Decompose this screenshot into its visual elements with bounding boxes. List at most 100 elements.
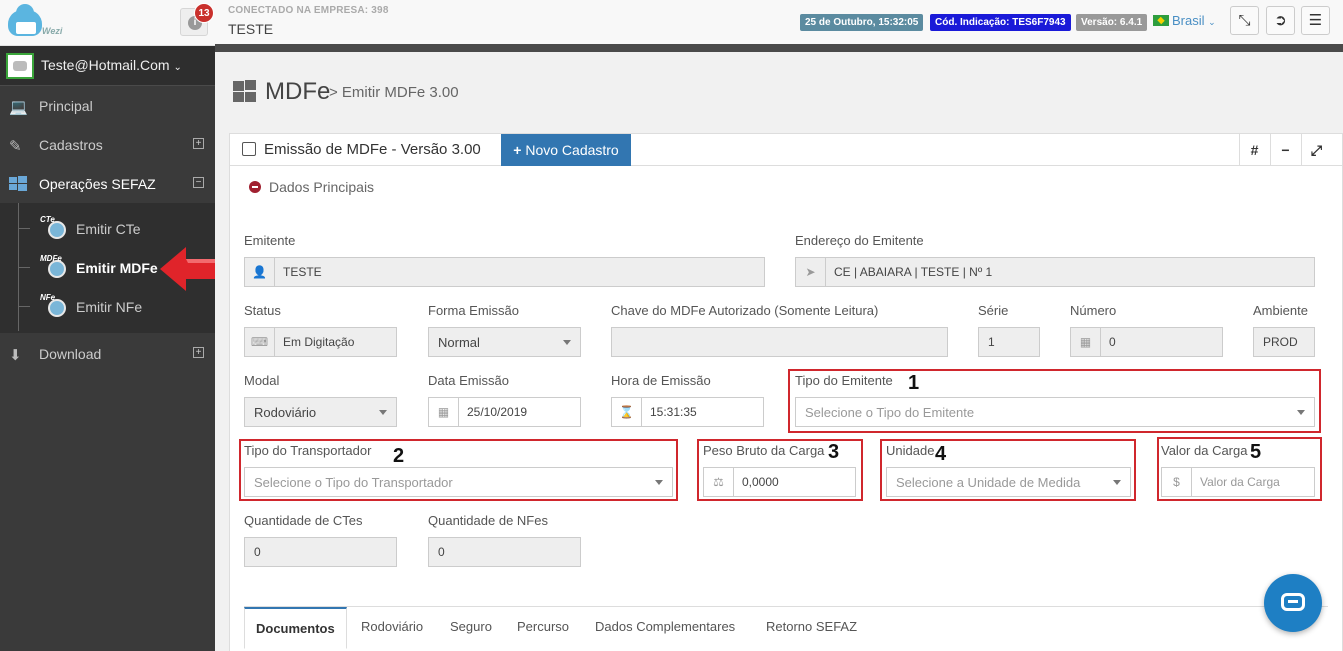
chevron-down-icon: ⌄ (1208, 17, 1216, 27)
sidebar-item-download[interactable]: ⬇ Download + (0, 335, 215, 373)
forma-emissao-select[interactable]: Normal (428, 327, 581, 357)
hora-emissao-field[interactable]: ⌛ 15:31:35 (611, 397, 764, 427)
calendar-icon: ▦ (429, 398, 459, 426)
windows-icon (233, 80, 257, 102)
notification-badge: 13 (194, 3, 214, 23)
status-label: Status (244, 303, 281, 318)
keyboard-icon: ⌨ (245, 328, 275, 356)
collapse-icon: − (193, 177, 204, 188)
tab-documentos[interactable]: Documentos (244, 607, 347, 649)
chat-button[interactable] (1264, 574, 1322, 632)
ambiente-label: Ambiente (1253, 303, 1308, 318)
serie-label: Série (978, 303, 1009, 318)
edit-icon (242, 142, 256, 156)
serie-field[interactable]: 1 (978, 327, 1040, 357)
sidebar-item-emitir-cte[interactable]: CTe Emitir CTe (0, 209, 215, 247)
marker-2: 2 (393, 445, 405, 467)
status-field[interactable]: ⌨ Em Digitação (244, 327, 397, 357)
expand-icon: + (193, 347, 204, 358)
data-emissao-field[interactable]: ▦ 25/10/2019 (428, 397, 581, 427)
highlight-box-1 (788, 369, 1321, 433)
qtd-ctes-field: 0 (244, 537, 397, 567)
caret-down-icon (379, 410, 387, 415)
building-icon: ▦ (1071, 328, 1101, 356)
brazil-flag-icon (1153, 15, 1169, 26)
tab-percurso[interactable]: Percurso (506, 607, 580, 649)
highlight-box-4 (880, 439, 1136, 501)
user-email: Teste@Hotmail.Com ⌄ (41, 57, 182, 73)
language-selector[interactable]: Brasil ⌄ (1153, 13, 1216, 28)
location-arrow-icon: ➤ (796, 258, 826, 286)
tab-dados-complementares[interactable]: Dados Complementares (584, 607, 746, 649)
chave-label: Chave do MDFe Autorizado (Somente Leitur… (611, 303, 879, 318)
highlight-box-5 (1157, 437, 1322, 501)
numero-label: Número (1070, 303, 1117, 318)
fullscreen-button[interactable]: ⤡ (1230, 6, 1259, 35)
data-emissao-label: Data Emissão (428, 373, 509, 388)
company-label: CONECTADO NA EMPRESA: 398 (228, 5, 389, 16)
tab-retorno-sefaz[interactable]: Retorno SEFAZ (755, 607, 868, 649)
expand-button[interactable]: ⤢ (1301, 134, 1331, 166)
chat-icon (1281, 593, 1305, 611)
tab-bar: Documentos Rodoviário Seguro Percurso Da… (244, 606, 1328, 651)
new-record-button[interactable]: + Novo Cadastro (501, 134, 631, 166)
panel-header: Emissão de MDFe - Versão 3.00 + Novo Cad… (230, 134, 1342, 166)
nfe-globe-icon: NFe (38, 293, 70, 319)
endereco-field[interactable]: ➤ CE | ABAIARA | TESTE | Nº 1 (795, 257, 1315, 287)
ambiente-field: PROD (1253, 327, 1315, 357)
marker-4: 4 (935, 443, 947, 465)
sidebar-item-emitir-nfe[interactable]: NFe Emitir NFe (0, 287, 215, 325)
qtd-nfes-label: Quantidade de NFes (428, 513, 548, 528)
edit-icon: ✎ (9, 138, 22, 155)
minimize-button[interactable]: − (1270, 134, 1300, 166)
qtd-nfes-field: 0 (428, 537, 581, 567)
endereco-label: Endereço do Emitente (795, 233, 924, 248)
top-bar: Wezi i 13 CONECTADO NA EMPRESA: 398 TEST… (0, 0, 1343, 52)
notifications-button[interactable]: i 13 (180, 3, 214, 36)
sidebar-item-operacoes-sefaz[interactable]: Operações SEFAZ − (0, 165, 215, 203)
menu-button[interactable]: ☰ (1301, 6, 1330, 35)
modal-select[interactable]: Rodoviário (244, 397, 397, 427)
logout-button[interactable]: ➲ (1266, 6, 1295, 35)
caret-down-icon (563, 340, 571, 345)
tab-rodoviario[interactable]: Rodoviário (350, 607, 434, 649)
qtd-ctes-label: Quantidade de CTes (244, 513, 363, 528)
marker-1: 1 (908, 372, 920, 394)
windows-icon (9, 176, 27, 192)
breadcrumb: > Emitir MDFe 3.00 (329, 84, 459, 101)
hash-button[interactable]: # (1239, 134, 1269, 166)
chave-field (611, 327, 948, 357)
minus-circle-icon (249, 181, 261, 193)
section-toggle[interactable]: Dados Principais (249, 179, 374, 195)
indication-code-badge: Cód. Indicação: TES6F7943 (930, 14, 1071, 31)
marker-3: 3 (828, 441, 840, 463)
download-icon: ⬇ (9, 347, 22, 364)
panel-title: Emissão de MDFe - Versão 3.00 (242, 141, 481, 158)
user-icon: 👤 (245, 258, 275, 286)
cloud-icon (8, 4, 42, 36)
modal-label: Modal (244, 373, 280, 388)
user-menu[interactable]: Teste@Hotmail.Com ⌄ (0, 46, 215, 86)
tab-seguro[interactable]: Seguro (439, 607, 503, 649)
red-arrow-icon (160, 247, 222, 291)
mdfe-globe-icon: MDFe (38, 254, 70, 280)
expand-icon: + (193, 138, 204, 149)
sidebar: Teste@Hotmail.Com ⌄ 💻 Principal ✎ Cadast… (0, 46, 215, 651)
app-logo[interactable]: Wezi (6, 4, 66, 40)
avatar (6, 53, 34, 79)
marker-5: 5 (1250, 441, 1262, 463)
version-badge: Versão: 6.4.1 (1076, 14, 1148, 31)
numero-field[interactable]: ▦ 0 (1070, 327, 1223, 357)
logo-text: Wezi (42, 26, 63, 36)
cte-globe-icon: CTe (38, 215, 70, 241)
datetime-badge: 25 de Outubro, 15:32:05 (800, 14, 924, 31)
laptop-icon: 💻 (9, 99, 28, 116)
emitente-field[interactable]: 👤 TESTE (244, 257, 765, 287)
company-name: TESTE (228, 21, 274, 37)
forma-emissao-label: Forma Emissão (428, 303, 520, 318)
sidebar-item-principal[interactable]: 💻 Principal (0, 87, 215, 125)
hourglass-icon: ⌛ (612, 398, 642, 426)
sidebar-item-cadastros[interactable]: ✎ Cadastros + (0, 126, 215, 164)
main-content: MDFe > Emitir MDFe 3.00 Emissão de MDFe … (215, 52, 1343, 651)
highlight-box-2 (239, 439, 678, 501)
